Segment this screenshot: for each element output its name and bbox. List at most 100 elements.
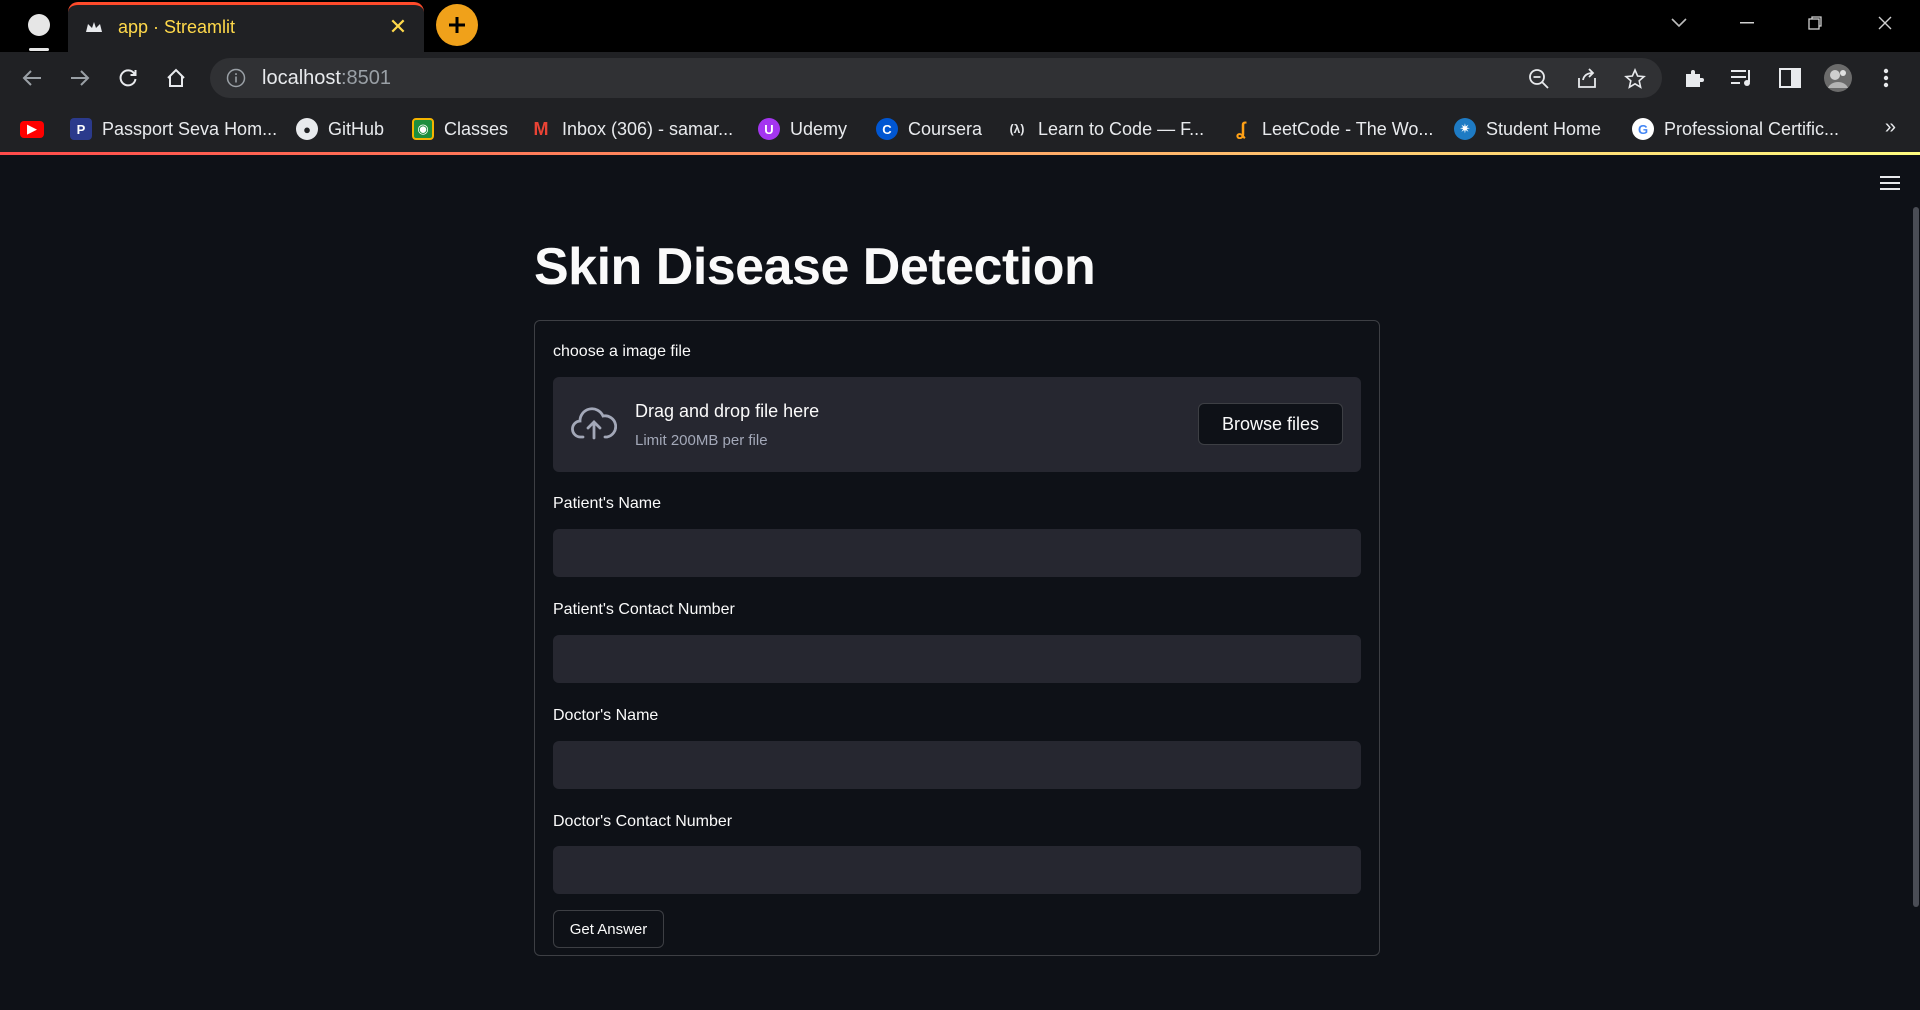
bookmark-youtube[interactable]: ▶ [20, 116, 44, 142]
home-button[interactable] [160, 62, 192, 94]
close-window-button[interactable] [1862, 8, 1908, 38]
bookmarks-bar: ▶ P Passport Seva Hom... ● GitHub ◉ Clas… [0, 104, 1920, 152]
share-icon [1578, 68, 1596, 88]
media-button[interactable] [1726, 62, 1758, 94]
udemy-icon: U [758, 118, 780, 140]
bookmark-label: Learn to Code — F... [1038, 118, 1205, 139]
passport-seva-icon: P [70, 118, 92, 140]
tab-search-button[interactable] [1656, 8, 1702, 38]
bookmark-label: Inbox (306) - samar... [562, 118, 734, 139]
bookmark-label: GitHub [328, 118, 385, 139]
google-icon: G [1632, 118, 1654, 140]
extensions-button[interactable] [1678, 62, 1710, 94]
url-text: localhost:8501 [262, 67, 391, 90]
page-title: Skin Disease Detection [534, 238, 1096, 296]
browse-files-button[interactable]: Browse files [1198, 403, 1343, 445]
info-icon[interactable] [226, 68, 246, 88]
bookmark-github[interactable]: ● GitHub [296, 116, 384, 142]
back-button[interactable] [16, 62, 48, 94]
doctor-name-label: Doctor's Name [553, 707, 659, 724]
leetcode-icon: ʆ [1236, 118, 1246, 139]
doctor-contact-input[interactable] [553, 846, 1361, 894]
youtube-icon: ▶ [20, 120, 44, 138]
bookmark-label: Professional Certific... [1664, 118, 1840, 139]
bookmark-label: Classes [444, 118, 509, 139]
streamlit-crown-icon [86, 22, 102, 32]
freecodecamp-icon: (λ) [1009, 122, 1025, 136]
bookmark-label: Coursera [908, 118, 983, 139]
bookmark-label: Passport Seva Hom... [102, 118, 278, 139]
side-panel-button[interactable] [1774, 62, 1806, 94]
restore-button[interactable] [1792, 8, 1838, 38]
side-panel-icon [1779, 68, 1801, 88]
bookmark-passport-seva[interactable]: P Passport Seva Hom... [70, 116, 277, 142]
close-icon [1878, 16, 1892, 30]
bookmark-coursera[interactable]: C Coursera [876, 116, 982, 142]
playlist-icon [1731, 70, 1750, 86]
forward-arrow-icon [71, 70, 90, 86]
doctor-contact-label: Doctor's Contact Number [553, 813, 733, 830]
share-button[interactable] [1574, 66, 1600, 92]
reload-icon [119, 69, 137, 87]
hamburger-menu-icon[interactable] [1880, 175, 1902, 193]
github-icon: ● [296, 118, 318, 140]
bookmark-label: LeetCode - The Wo... [1262, 118, 1434, 139]
url-host: localhost [262, 67, 341, 89]
new-tab-button[interactable] [436, 4, 478, 46]
gmail-icon: M [533, 118, 549, 139]
patient-contact-label: Patient's Contact Number [553, 601, 735, 618]
zoom-button[interactable] [1526, 66, 1552, 92]
avatar-icon [1824, 64, 1852, 92]
restore-icon [1808, 16, 1822, 30]
bookmark-freecodecamp[interactable]: (λ) Learn to Code — F... [1006, 116, 1204, 142]
vertical-dots-icon [1883, 68, 1889, 88]
dropzone-limit: Limit 200MB per file [635, 432, 768, 449]
chevron-down-icon [1671, 18, 1687, 28]
minimize-icon [1740, 22, 1754, 24]
forward-button[interactable] [64, 62, 96, 94]
bookmark-student-home[interactable]: ✷ Student Home [1454, 116, 1601, 142]
file-dropzone[interactable]: Drag and drop file here Limit 200MB per … [553, 377, 1361, 472]
browser-tab-strip: app · Streamlit ✕ [0, 0, 1920, 52]
plus-icon [449, 17, 465, 33]
zoom-out-icon [1529, 69, 1549, 89]
get-answer-button[interactable]: Get Answer [553, 910, 664, 948]
home-icon [167, 68, 185, 87]
minimize-button[interactable] [1724, 8, 1770, 38]
bookmark-udemy[interactable]: U Udemy [758, 116, 847, 142]
bookmark-classes[interactable]: ◉ Classes [412, 116, 508, 142]
bookmark-leetcode[interactable]: ʆ LeetCode - The Wo... [1230, 116, 1433, 142]
address-bar[interactable]: localhost:8501 [210, 58, 1662, 98]
google-classroom-icon: ◉ [412, 118, 434, 140]
bookmark-star-button[interactable] [1622, 66, 1648, 92]
uploader-label: choose a image file [553, 343, 691, 360]
bookmark-label: Student Home [1486, 118, 1602, 139]
patient-name-label: Patient's Name [553, 495, 661, 512]
browser-menu-button[interactable] [1870, 62, 1902, 94]
streamlit-app: Skin Disease Detection choose a image fi… [0, 155, 1920, 1010]
browser-toolbar: localhost:8501 [0, 52, 1920, 104]
student-home-icon: ✷ [1454, 118, 1476, 140]
patient-form: choose a image file Drag and drop file h… [534, 320, 1380, 956]
bookmark-gmail-inbox[interactable]: M Inbox (306) - samar... [530, 116, 734, 142]
puzzle-icon [1686, 70, 1704, 87]
url-port: :8501 [340, 67, 391, 89]
page-scrollbar[interactable] [1912, 207, 1920, 1007]
bookmarks-overflow-button[interactable]: » [1885, 116, 1896, 139]
back-arrow-icon [22, 70, 41, 86]
coursera-icon: C [876, 118, 898, 140]
profile-icon[interactable] [28, 14, 50, 51]
cloud-upload-icon [571, 407, 617, 440]
profile-avatar-button[interactable] [1822, 62, 1854, 94]
patient-contact-input[interactable] [553, 635, 1361, 683]
reload-button[interactable] [112, 62, 144, 94]
bookmark-professional-certificates[interactable]: G Professional Certific... [1632, 116, 1839, 142]
doctor-name-input[interactable] [553, 741, 1361, 789]
patient-name-input[interactable] [553, 529, 1361, 577]
tab-title: app · Streamlit [118, 17, 236, 37]
close-tab-icon[interactable]: ✕ [386, 15, 410, 39]
scrollbar-thumb[interactable] [1913, 207, 1919, 907]
browser-tab-active[interactable]: app · Streamlit ✕ [68, 2, 424, 52]
star-icon [1624, 68, 1646, 89]
dropzone-instructions: Drag and drop file here [635, 401, 820, 421]
